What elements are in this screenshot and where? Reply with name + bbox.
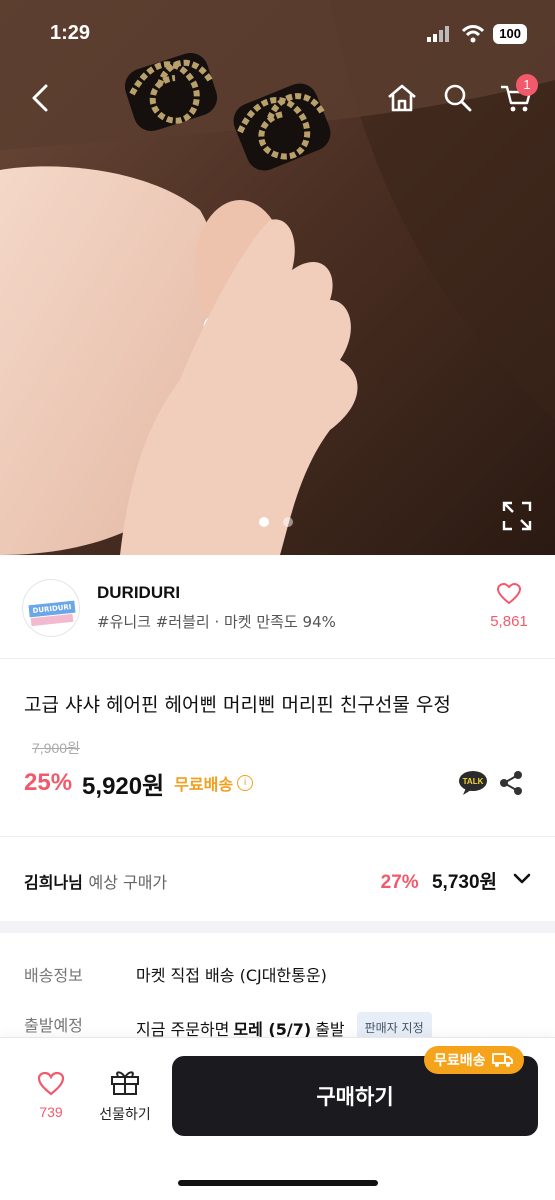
free-shipping-label: 무료배송 [174, 775, 234, 794]
sale-price: 5,920원 [82, 772, 165, 800]
expected-price-row[interactable]: 김희나님 예상 구매가 27% 5,730원 [0, 837, 555, 921]
heart-icon [37, 1071, 65, 1096]
share-button[interactable] [498, 770, 524, 796]
free-shipping-pill: 무료배송 [424, 1046, 524, 1074]
bottom-action-bar: 739 선물하기 구매하기 무료배송 [0, 1037, 555, 1200]
status-bar: 1:29 100 [0, 0, 555, 64]
svg-text:TALK: TALK [463, 777, 484, 786]
home-icon [388, 84, 416, 112]
product-title: 고급 샤샤 헤어핀 헤어삔 머리삔 머리핀 친구선물 우정 [24, 694, 451, 716]
price-row: 25% 5,920원 무료배송 i [24, 766, 254, 800]
search-icon [444, 84, 472, 112]
info-value: 마켓 직접 배송 (CJ대한통운) [136, 966, 327, 985]
expected-price-label: 예상 구매가 [88, 873, 168, 892]
cart-count-badge: 1 [516, 74, 538, 96]
share-icon [500, 771, 522, 795]
free-shipping-pill-label: 무료배송 [434, 1053, 486, 1069]
expand-icon [502, 501, 532, 531]
signal-icon [427, 26, 450, 42]
product-image[interactable]: 1:29 100 1 [0, 0, 555, 555]
like-button[interactable]: 739 [26, 1071, 76, 1120]
shop-row[interactable]: DURIDURI DURIDURI #유니크 #러블리 · 마켓 만족도 94%… [0, 555, 555, 659]
info-row-shipping: 배송정보 마켓 직접 배송 (CJ대한통운) [24, 962, 534, 1012]
gift-label: 선물하기 [99, 1107, 151, 1123]
member-price: 5,730원 [431, 872, 497, 893]
status-time: 1:29 [50, 22, 91, 44]
shop-name[interactable]: DURIDURI [97, 583, 180, 603]
wifi-icon [462, 25, 485, 43]
gallery-pagination [259, 517, 293, 527]
battery-indicator: 100 [493, 24, 527, 44]
info-label: 출발예정 [24, 1016, 83, 1035]
kakaotalk-icon: TALK [459, 771, 487, 795]
shop-tags: #유니크 #러블리 · 마켓 만족도 94% [97, 613, 336, 631]
original-price: 7,900원 [32, 740, 80, 756]
status-icons: 100 [427, 24, 527, 44]
shop-follow-button[interactable]: 5,861 [485, 582, 533, 630]
home-indicator [178, 1180, 378, 1186]
heart-icon [496, 582, 522, 605]
discount-rate: 25% [24, 769, 73, 796]
member-discount: 27% [380, 872, 419, 893]
section-divider [0, 921, 555, 933]
home-button[interactable] [380, 76, 424, 120]
shop-logo[interactable]: DURIDURI [22, 579, 80, 637]
search-button[interactable] [436, 76, 480, 120]
chevron-down-icon[interactable] [513, 871, 531, 887]
pagination-dot-2[interactable] [283, 517, 293, 527]
back-icon [32, 84, 48, 112]
departure-prefix: 지금 주문하면 [136, 1019, 230, 1039]
truck-icon [491, 1053, 513, 1067]
member-name: 김희나님 [24, 873, 83, 892]
like-count: 739 [39, 1104, 63, 1120]
departure-suffix: 출발 [315, 1019, 345, 1039]
cart-button[interactable]: 1 [494, 74, 538, 120]
gift-icon [111, 1071, 139, 1095]
gift-button[interactable]: 선물하기 [92, 1068, 158, 1124]
info-label: 배송정보 [24, 966, 83, 985]
kakaotalk-share-button[interactable]: TALK [458, 770, 488, 796]
expand-button[interactable] [501, 500, 533, 532]
departure-date: 모레 (5/7) [233, 1019, 312, 1039]
top-nav: 1 [0, 74, 555, 120]
pagination-dot-1[interactable] [259, 517, 269, 527]
shop-like-count: 5,861 [490, 613, 528, 630]
back-button[interactable] [18, 76, 62, 120]
info-icon[interactable]: i [237, 775, 254, 791]
